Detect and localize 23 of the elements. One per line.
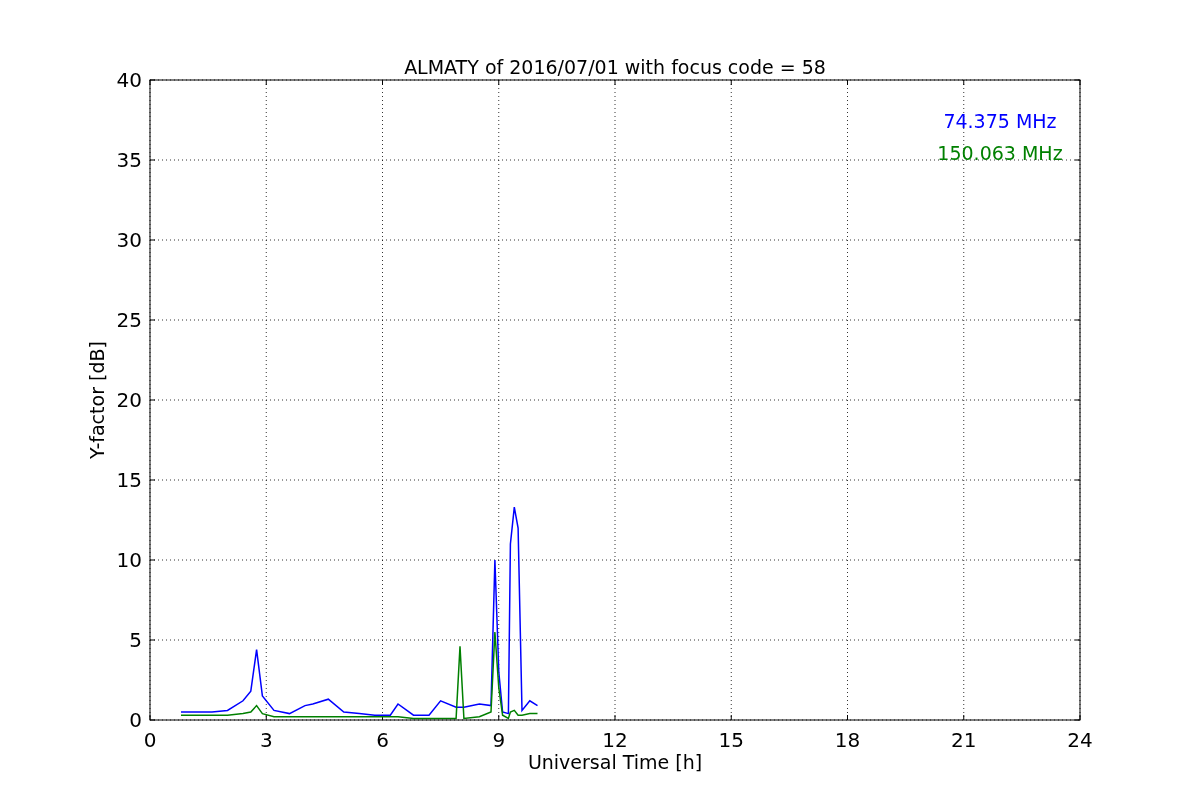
x-tick-label: 0: [143, 728, 157, 752]
y-tick-label: 20: [116, 388, 142, 412]
legend-label: 74.375 MHz: [943, 110, 1057, 132]
y-tick-label: 15: [116, 468, 142, 492]
y-tick-label: 5: [129, 628, 142, 652]
x-tick-label: 6: [376, 728, 389, 752]
chart-title: ALMATY of 2016/07/01 with focus code = 58: [404, 56, 826, 78]
x-tick-label: 12: [602, 728, 628, 752]
x-axis-label: Universal Time [h]: [527, 751, 703, 773]
x-tick-label: 21: [951, 728, 977, 752]
x-tick-label: 9: [492, 728, 506, 752]
y-tick-label: 30: [116, 228, 142, 252]
x-tick-label: 15: [718, 728, 744, 752]
legend-label: 150.063 MHz: [937, 142, 1063, 164]
y-tick-label: 25: [116, 308, 142, 332]
x-tick-label: 18: [834, 728, 861, 752]
y-tick-label: 10: [116, 548, 142, 572]
y-tick-label: 40: [116, 68, 142, 92]
y-axis-label: Y-factor [dB]: [86, 341, 108, 459]
x-tick-label: 24: [1067, 728, 1093, 752]
y-tick-label: 0: [129, 708, 142, 732]
x-tick-label: 3: [259, 728, 273, 752]
y-tick-label: 35: [116, 148, 142, 172]
